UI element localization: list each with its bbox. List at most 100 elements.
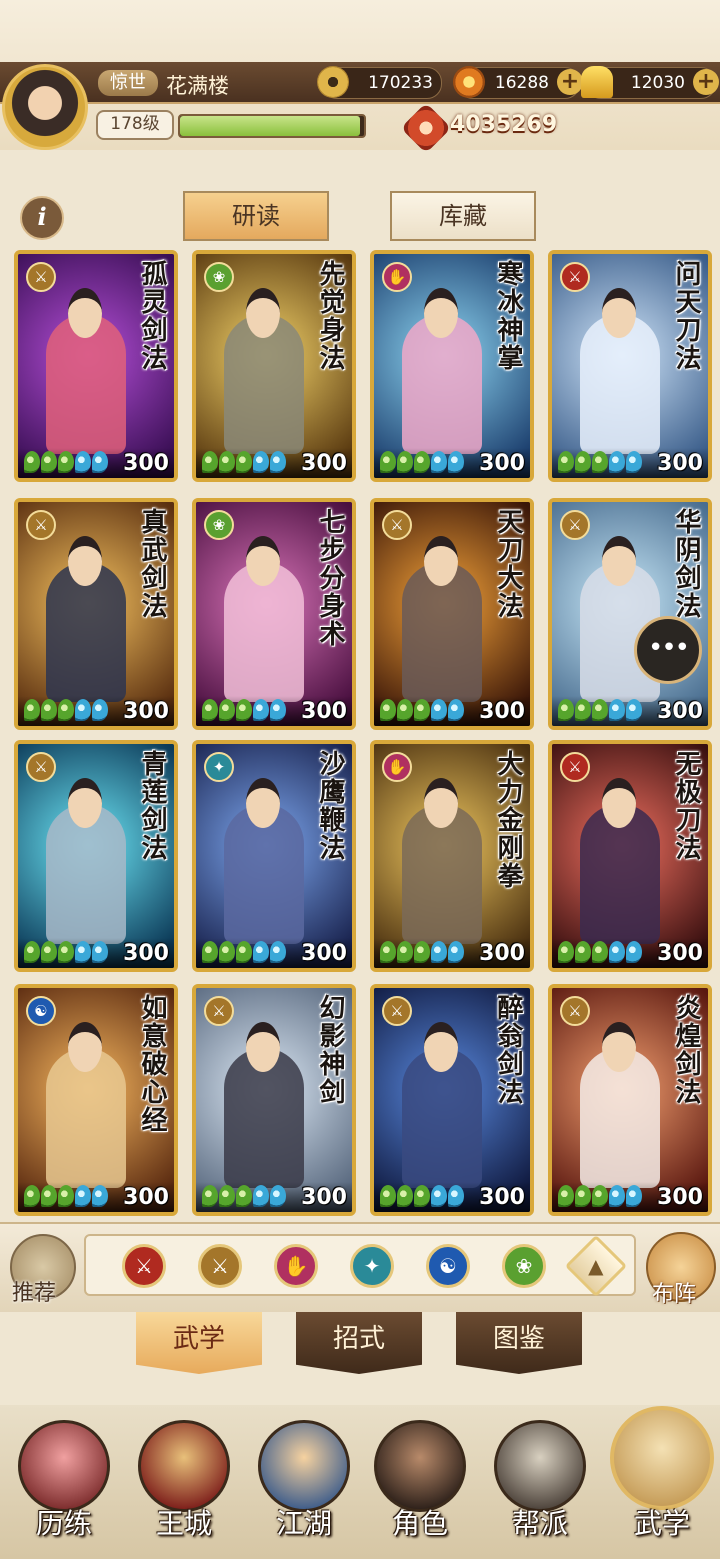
card-value: 300 (301, 1185, 347, 1210)
ingot-icon (581, 66, 613, 98)
green-pip-icon (236, 1185, 252, 1207)
blue-pip-icon (253, 451, 269, 473)
card-skill-name: 华阴剑法 (671, 508, 701, 620)
green-pip-icon (558, 1185, 574, 1207)
nav-jianghu[interactable]: 江湖 (254, 1420, 354, 1554)
skill-card[interactable]: ⚔ 真武剑法 300 (14, 498, 178, 730)
palm-filter-icon[interactable]: ✋ (274, 1244, 318, 1288)
skill-card[interactable]: ⚔ 幻影神剑 300 (192, 984, 356, 1216)
coins-counter[interactable]: 170233 (317, 66, 442, 99)
card-character-head (424, 1022, 458, 1072)
blue-pip-icon (431, 699, 447, 721)
card-star-pips (202, 941, 287, 965)
add-gems-plus-icon[interactable]: + (557, 69, 583, 95)
nav-wuxue[interactable]: 武学 (610, 1406, 714, 1554)
card-star-pips (558, 1185, 643, 1209)
card-skill-name: 七步分身术 (315, 508, 345, 648)
card-star-pips (24, 1185, 109, 1209)
subtab-moves[interactable]: 招式 (296, 1312, 422, 1374)
green-pip-icon (202, 699, 218, 721)
recommend-label: 推荐 (12, 1281, 57, 1306)
tab-collection[interactable]: 库藏 (390, 191, 536, 241)
tab-study[interactable]: 研读 (183, 191, 329, 241)
card-star-pips (202, 451, 287, 475)
card-star-pips (558, 451, 643, 475)
blue-pip-icon (626, 699, 642, 721)
green-pip-icon (202, 1185, 218, 1207)
formation-label: 布阵 (652, 1282, 697, 1307)
yinyang-filter-icon[interactable]: ☯ (426, 1244, 470, 1288)
ingots-counter[interactable]: 12030 + (581, 66, 719, 99)
blade-filter-icon[interactable]: ⚔ (122, 1244, 166, 1288)
subtab-martial-arts[interactable]: 武学 (136, 1312, 262, 1374)
blue-pip-icon (431, 1185, 447, 1207)
chat-bubble-button[interactable]: ••• (634, 616, 702, 684)
green-pip-icon (575, 699, 591, 721)
skill-card[interactable]: ⚔ 无极刀法 300 (548, 740, 712, 972)
player-level: 178级 (96, 110, 174, 140)
leaf-filter-icon[interactable]: ❀ (502, 1244, 546, 1288)
card-skill-name: 问天刀法 (671, 260, 701, 372)
skill-card[interactable]: ☯ 如意破心经 300 (14, 984, 178, 1216)
skill-card[interactable]: ✋ 寒冰神掌 300 (370, 250, 534, 482)
palm-filter-glyph: ✋ (283, 1254, 309, 1278)
green-pip-icon (24, 941, 40, 963)
sword-filter-glyph: ⚔ (211, 1254, 229, 1278)
blue-pip-icon (626, 451, 642, 473)
nav-wangcheng[interactable]: 王城 (134, 1420, 234, 1554)
blue-pip-icon (448, 1185, 464, 1207)
character-icon (374, 1420, 466, 1512)
blue-pip-icon (626, 1185, 642, 1207)
gems-counter[interactable]: 16288 + (453, 66, 583, 99)
card-star-pips (202, 699, 287, 723)
palm-school-icon: ✋ (382, 262, 412, 292)
skill-card[interactable]: ⚔ 问天刀法 300 (548, 250, 712, 482)
card-character-head (424, 536, 458, 586)
yinyang-filter-glyph: ☯ (439, 1254, 457, 1278)
skill-card[interactable]: ❀ 七步分身术 300 (192, 498, 356, 730)
blue-pip-icon (253, 699, 269, 721)
skill-card[interactable]: ⚔ 醉翁剑法 300 (370, 984, 534, 1216)
card-value: 300 (657, 699, 703, 724)
nav-lilian[interactable]: 历练 (14, 1420, 114, 1554)
nav-jiaose[interactable]: 角色 (370, 1420, 470, 1554)
green-pip-icon (558, 941, 574, 963)
card-skill-name: 孤灵剑法 (137, 260, 167, 372)
card-skill-name: 炎煌剑法 (671, 994, 701, 1106)
sword-school-icon: ⚔ (382, 996, 412, 1026)
blue-pip-icon (92, 699, 108, 721)
green-pip-icon (558, 699, 574, 721)
fan-filter-icon[interactable]: ✦ (350, 1244, 394, 1288)
card-value: 300 (479, 699, 525, 724)
nav-label: 角色 (391, 1507, 448, 1540)
add-ingots-plus-icon[interactable]: + (693, 69, 719, 95)
blade-school-icon: ⚔ (560, 262, 590, 292)
blue-pip-icon (431, 451, 447, 473)
skill-card[interactable]: ⚔ 炎煌剑法 300 (548, 984, 712, 1216)
skill-card[interactable]: ✋ 大力金刚拳 300 (370, 740, 534, 972)
player-avatar[interactable] (2, 64, 88, 150)
card-character-head (424, 778, 458, 828)
skill-card[interactable]: ✦ 沙鹰鞭法 300 (192, 740, 356, 972)
nav-bangpai[interactable]: 帮派 (490, 1420, 590, 1554)
skill-card[interactable]: ❀ 先觉身法 300 (192, 250, 356, 482)
skill-card[interactable]: ⚔ 孤灵剑法 300 (14, 250, 178, 482)
jianghu-icon (258, 1420, 350, 1512)
sword-filter-icon[interactable]: ⚔ (198, 1244, 242, 1288)
green-pip-icon (575, 941, 591, 963)
skill-card[interactable]: ⚔ 青莲剑法 300 (14, 740, 178, 972)
blue-pip-icon (75, 451, 91, 473)
green-pip-icon (414, 941, 430, 963)
info-button[interactable]: i (20, 196, 64, 240)
card-skill-name: 天刀大法 (493, 508, 523, 620)
green-pip-icon (397, 451, 413, 473)
subtab-codex[interactable]: 图鉴 (456, 1312, 582, 1374)
green-pip-icon (58, 451, 74, 473)
skill-card[interactable]: ⚔ 天刀大法 300 (370, 498, 534, 730)
blade-school-icon: ⚔ (560, 752, 590, 782)
blue-pip-icon (270, 941, 286, 963)
green-pip-icon (414, 699, 430, 721)
skill-card[interactable]: ⚔ 华阴剑法 300 (548, 498, 712, 730)
card-value: 300 (657, 941, 703, 966)
card-character-head (602, 288, 636, 338)
